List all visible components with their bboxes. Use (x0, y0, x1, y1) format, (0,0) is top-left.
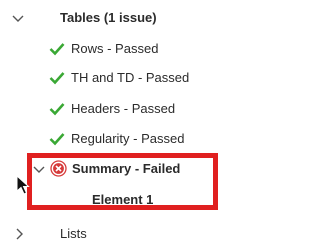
tree-node-th-td[interactable]: TH and TD - Passed (0, 66, 249, 90)
tree-node-label: Regularity - Passed (71, 131, 185, 146)
check-icon (49, 72, 65, 85)
tree-node-headers[interactable]: Headers - Passed (0, 97, 249, 121)
chevron-down-icon[interactable] (33, 166, 45, 174)
check-icon (49, 133, 65, 146)
tree-node-element-1[interactable]: Element 1 (0, 188, 249, 212)
tree-node-label: Lists (60, 226, 87, 241)
tree-node-label: Element 1 (92, 192, 154, 207)
check-icon (49, 103, 65, 116)
tree-node-tables[interactable]: Tables (1 issue) (0, 6, 249, 30)
tree-node-label: TH and TD - Passed (71, 70, 190, 85)
tree-node-label: Summary - Failed (72, 161, 181, 176)
tree-node-label: Rows - Passed (71, 41, 159, 56)
tree-node-lists[interactable]: Lists (0, 222, 249, 246)
tree-node-summary[interactable]: Summary - Failed (0, 157, 249, 181)
check-icon (49, 43, 65, 56)
mouse-cursor-icon (16, 175, 30, 195)
tree-node-label: Tables (1 issue) (60, 10, 157, 25)
chevron-right-icon[interactable] (16, 228, 24, 240)
tree-node-regularity[interactable]: Regularity - Passed (0, 127, 249, 151)
tree-node-label: Headers - Passed (71, 101, 176, 116)
error-icon (50, 160, 67, 177)
chevron-down-icon[interactable] (12, 15, 24, 23)
tree-node-rows[interactable]: Rows - Passed (0, 37, 249, 61)
